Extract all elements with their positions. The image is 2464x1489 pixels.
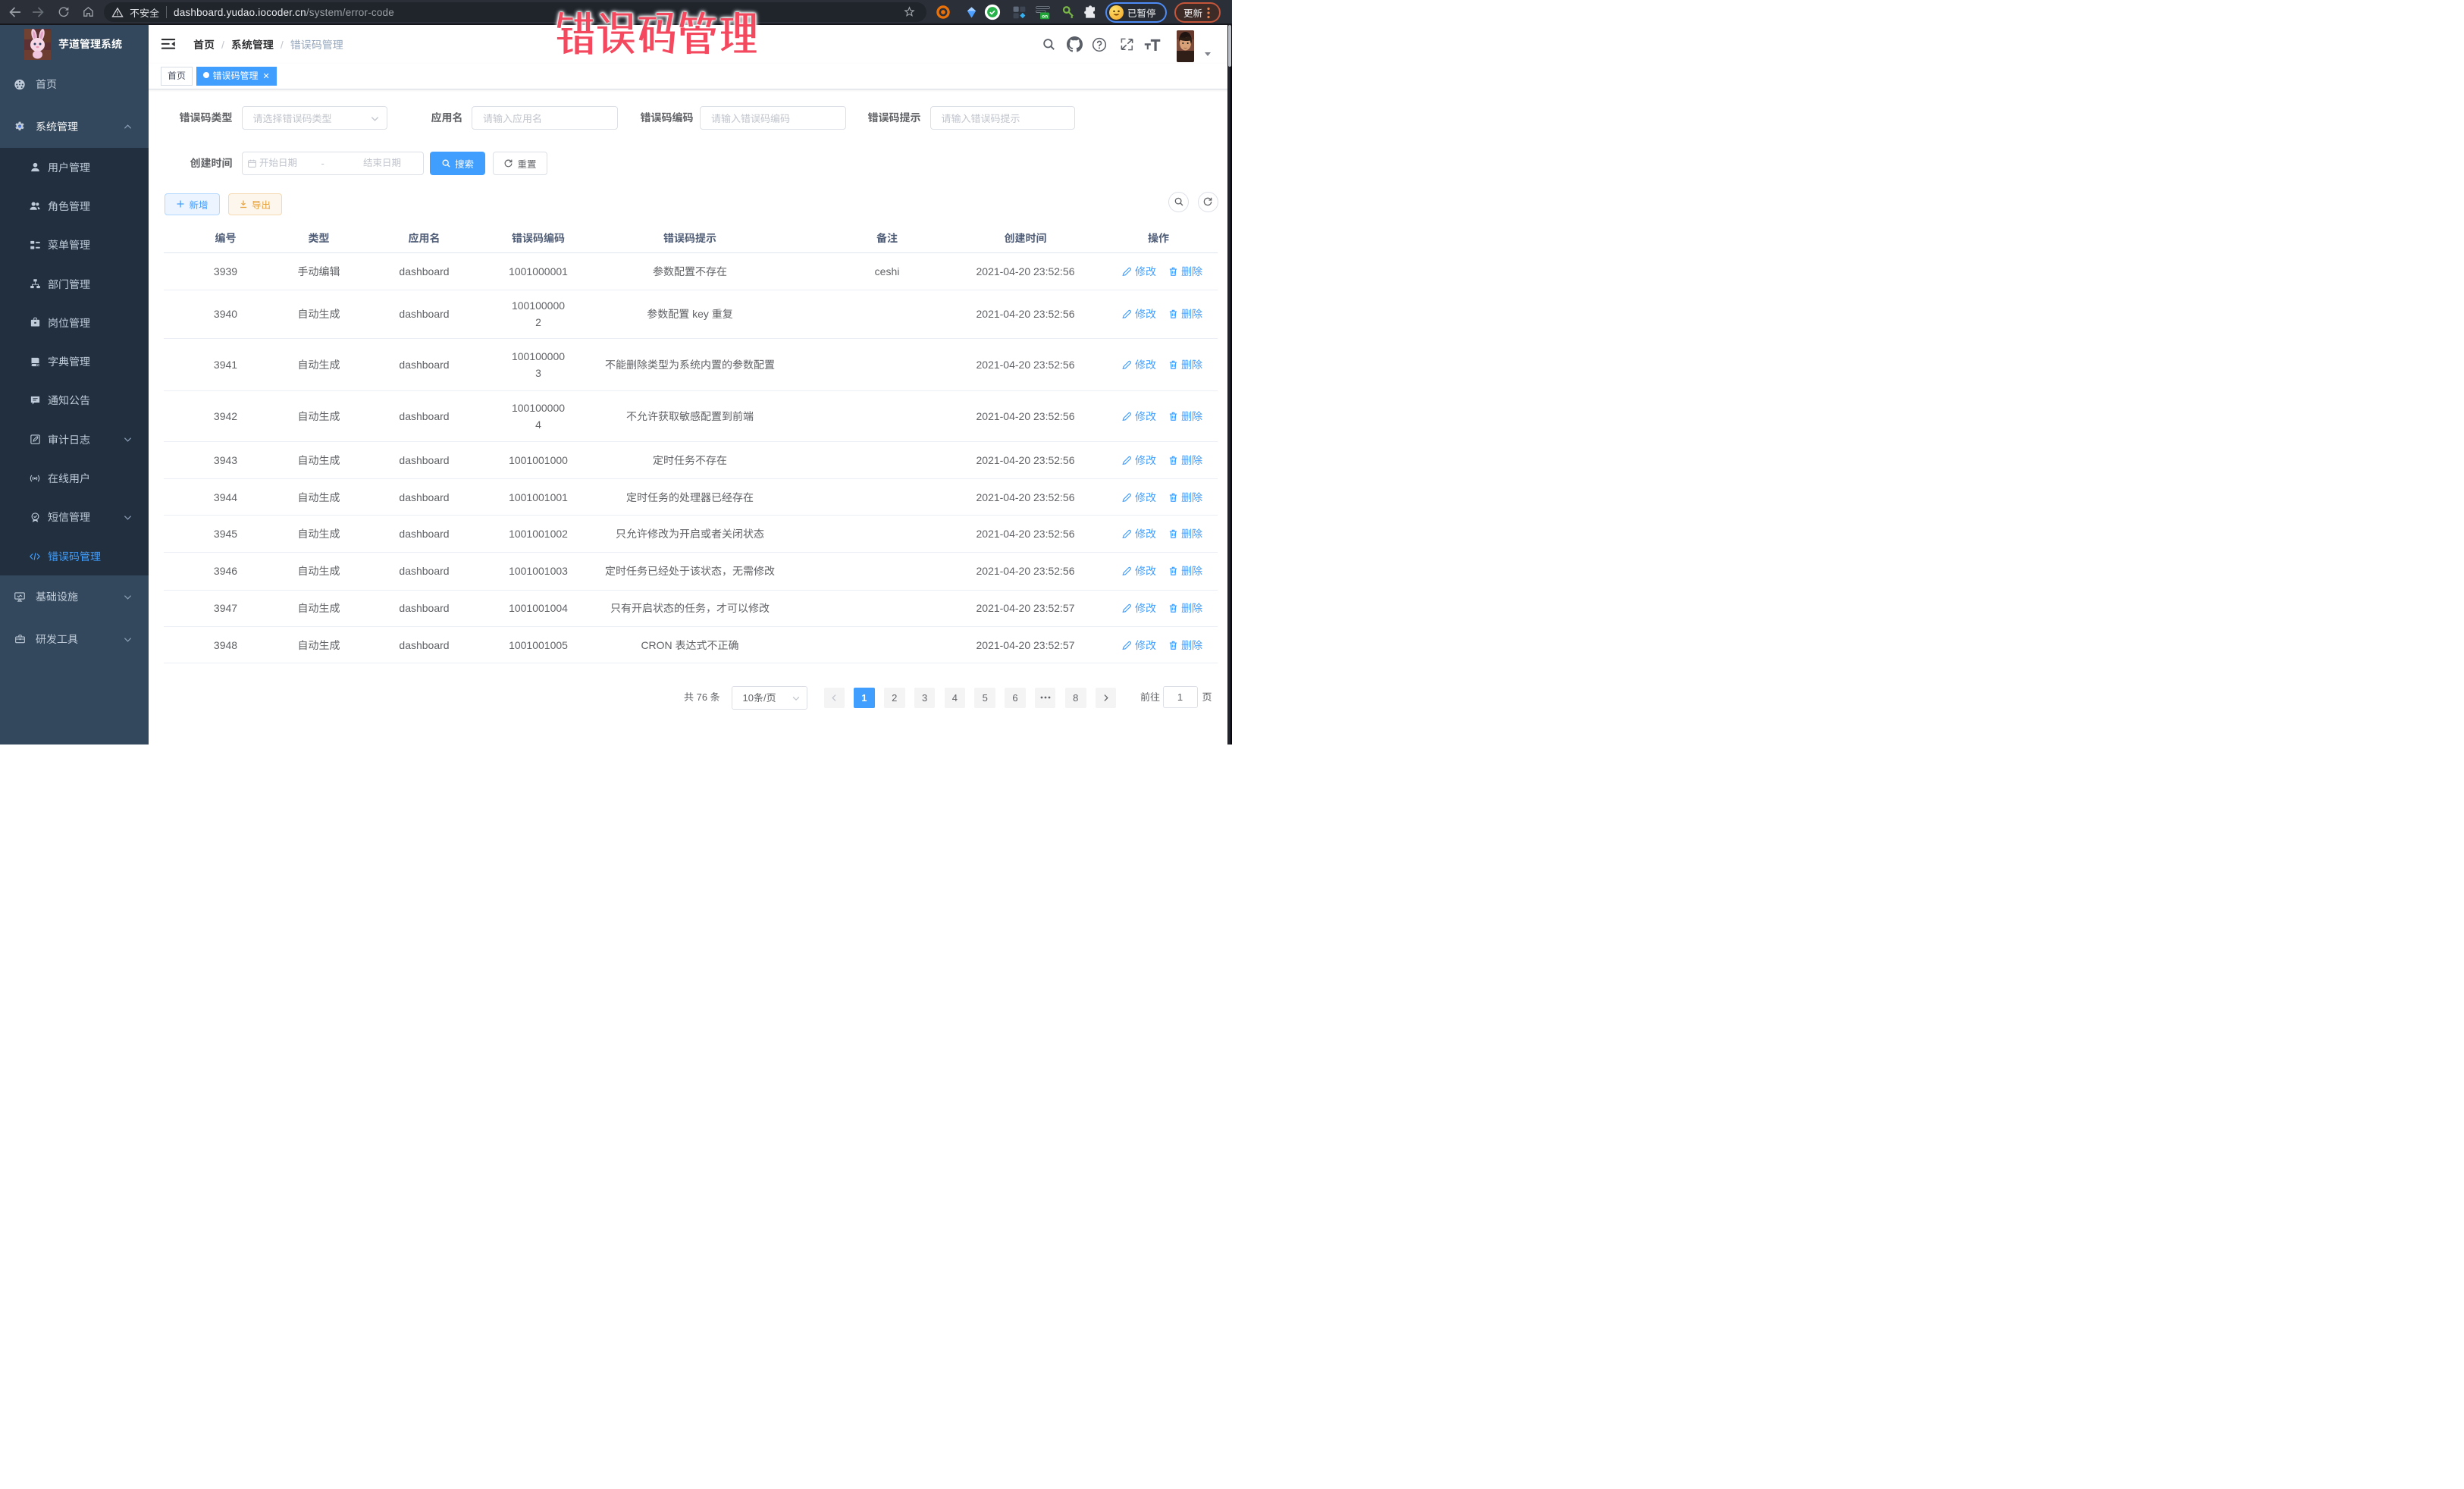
- svg-text:on: on: [1042, 14, 1048, 19]
